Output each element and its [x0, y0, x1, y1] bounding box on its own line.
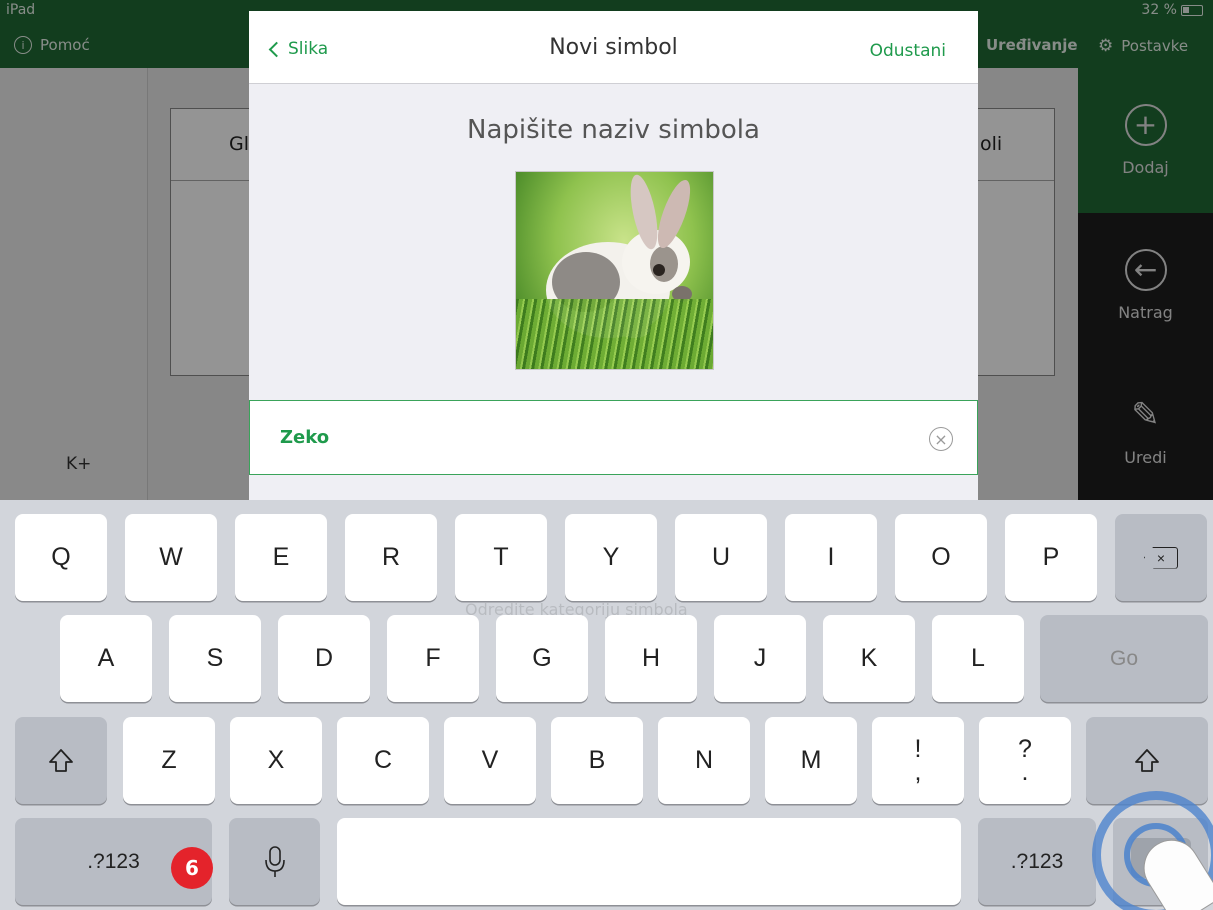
key-bottom-char: . [1021, 757, 1029, 786]
key-a[interactable]: A [60, 615, 152, 702]
key-k[interactable]: K [823, 615, 915, 702]
key-o[interactable]: O [895, 514, 987, 601]
key-b[interactable]: B [551, 717, 643, 804]
key-question-period[interactable]: ?. [979, 717, 1071, 804]
backspace-key[interactable]: × [1115, 514, 1207, 601]
key-bottom-char: , [914, 757, 922, 786]
key-q[interactable]: Q [15, 514, 107, 601]
key-l[interactable]: L [932, 615, 1024, 702]
symbol-name-value: Zeko [280, 427, 330, 448]
key-n[interactable]: N [658, 717, 750, 804]
cancel-button[interactable]: Odustani [870, 41, 946, 61]
microphone-icon [264, 845, 285, 877]
numbers-key-right[interactable]: .?123 [978, 818, 1096, 905]
key-g[interactable]: G [496, 615, 588, 702]
shift-icon [1135, 748, 1159, 772]
symbol-name-input[interactable]: Zeko × [249, 400, 978, 475]
shift-key-left[interactable] [15, 717, 107, 804]
key-m[interactable]: M [765, 717, 857, 804]
grass-overlay [516, 299, 713, 369]
go-key[interactable]: Go [1040, 615, 1208, 702]
dialog-nav-bar: Slika Novi simbol Odustani [249, 11, 978, 84]
key-c[interactable]: C [337, 717, 429, 804]
key-exclamation-comma[interactable]: !, [872, 717, 964, 804]
key-r[interactable]: R [345, 514, 437, 601]
new-symbol-dialog: Slika Novi simbol Odustani Napišite nazi… [249, 11, 978, 500]
shift-icon [49, 748, 73, 772]
key-x[interactable]: X [230, 717, 322, 804]
space-key[interactable] [337, 818, 961, 905]
symbol-image [515, 171, 714, 370]
key-i[interactable]: I [785, 514, 877, 601]
dictation-key[interactable] [229, 818, 320, 905]
key-v[interactable]: V [444, 717, 536, 804]
key-j[interactable]: J [714, 615, 806, 702]
key-y[interactable]: Y [565, 514, 657, 601]
key-h[interactable]: H [605, 615, 697, 702]
key-t[interactable]: T [455, 514, 547, 601]
name-prompt: Napišite naziv simbola [467, 115, 760, 145]
backspace-icon: × [1144, 546, 1178, 569]
step-badge: 6 [171, 847, 213, 889]
key-f[interactable]: F [387, 615, 479, 702]
key-z[interactable]: Z [123, 717, 215, 804]
key-e[interactable]: E [235, 514, 327, 601]
key-u[interactable]: U [675, 514, 767, 601]
key-w[interactable]: W [125, 514, 217, 601]
clear-icon[interactable]: × [929, 427, 953, 451]
key-s[interactable]: S [169, 615, 261, 702]
key-p[interactable]: P [1005, 514, 1097, 601]
key-d[interactable]: D [278, 615, 370, 702]
